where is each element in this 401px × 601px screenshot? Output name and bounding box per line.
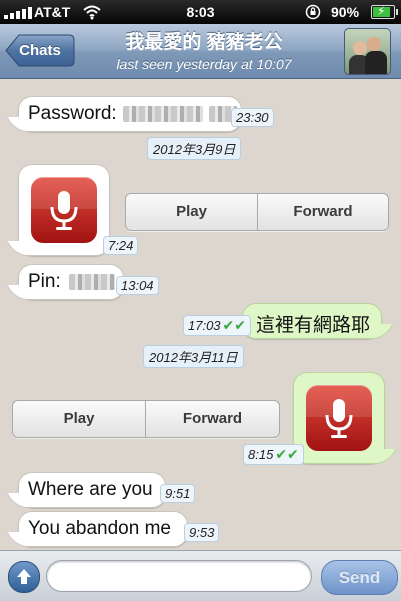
message-timestamp: 9:53 — [184, 523, 220, 542]
back-button-label: Chats — [19, 42, 61, 59]
incoming-voice-message[interactable] — [18, 164, 110, 256]
double-check-icon: ✔✔ — [275, 446, 299, 462]
message-timestamp: 23:30 — [231, 108, 274, 127]
incoming-message[interactable]: Where are you — [18, 472, 166, 508]
send-button[interactable]: Send — [321, 560, 398, 595]
chat-thread[interactable]: Password: 23:30 2012年3月9日 7:24 Play Forw… — [0, 79, 401, 550]
last-seen-status: last seen yesterday at 10:07 — [116, 56, 292, 72]
date-separator: 2012年3月9日 — [147, 137, 242, 160]
message-input[interactable] — [46, 560, 312, 592]
play-button[interactable]: Play — [126, 194, 257, 230]
incoming-message[interactable]: Pin: — [18, 264, 124, 300]
forward-button[interactable]: Forward — [258, 194, 388, 230]
rotation-lock-icon — [305, 4, 321, 20]
voice-actions: Play Forward — [125, 193, 389, 231]
incoming-message[interactable]: Password: — [18, 96, 242, 132]
attach-button[interactable] — [8, 561, 40, 593]
incoming-message[interactable]: You abandon me — [18, 511, 188, 547]
message-timestamp: 9:51 — [160, 484, 196, 503]
battery-icon: ⚡ — [371, 4, 398, 19]
contact-name: 我最愛的 豬豬老公 — [125, 32, 283, 53]
contact-avatar[interactable] — [344, 28, 391, 75]
battery-percent: 90% — [331, 4, 360, 20]
message-text: Where are you — [28, 479, 153, 500]
message-text: You abandon me — [28, 518, 171, 539]
message-text: Password: — [28, 103, 117, 124]
outgoing-message[interactable]: 這裡有網路耶 — [242, 303, 382, 339]
microphone-icon[interactable] — [306, 385, 372, 451]
redacted-text — [123, 106, 203, 122]
play-button[interactable]: Play — [13, 401, 145, 437]
message-text: 這裡有網路耶 — [256, 315, 371, 336]
redacted-text — [69, 274, 115, 290]
composer-bar: Send — [0, 550, 401, 601]
message-text: Pin: — [28, 271, 61, 292]
status-bar: AT&T 8:03 90% ⚡ — [0, 0, 401, 24]
back-button[interactable]: Chats — [5, 34, 75, 67]
message-timestamp: 17:03 ✔✔ — [183, 315, 252, 336]
forward-button[interactable]: Forward — [146, 401, 279, 437]
message-timestamp: 13:04 — [116, 276, 159, 295]
date-separator: 2012年3月11日 — [143, 345, 244, 368]
outgoing-voice-message[interactable] — [293, 372, 385, 464]
message-timestamp: 8:15 ✔✔ — [243, 444, 304, 465]
message-timestamp: 7:24 — [103, 236, 139, 255]
double-check-icon: ✔✔ — [222, 317, 247, 333]
voice-actions: Play Forward — [12, 400, 280, 438]
microphone-icon[interactable] — [31, 177, 97, 243]
arrow-up-icon — [17, 569, 31, 584]
navigation-bar: Chats 我最愛的 豬豬老公 last seen yesterday at 1… — [0, 24, 401, 79]
